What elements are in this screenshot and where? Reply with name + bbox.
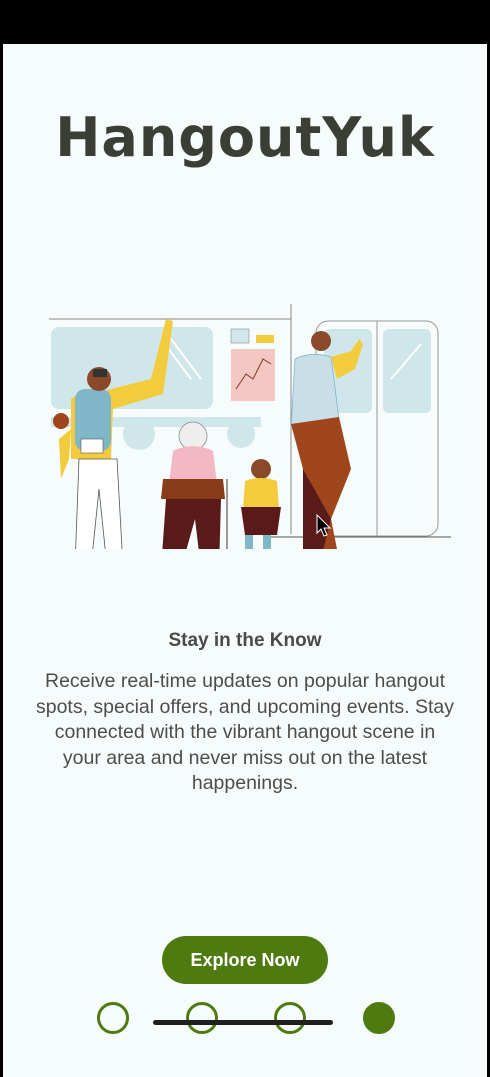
page-dot-2[interactable] — [186, 1002, 218, 1034]
onboarding-title: Stay in the Know — [168, 630, 322, 651]
mouse-pointer-icon — [316, 514, 332, 537]
people-on-train-illustration — [49, 304, 451, 549]
page-dot-3[interactable] — [274, 1002, 306, 1034]
onboarding-screen: HangoutYuk Stay in the Know Receive real… — [3, 44, 487, 1077]
page-dot-1[interactable] — [97, 1002, 129, 1034]
app-logo: HangoutYuk — [55, 106, 435, 169]
home-indicator-bar[interactable] — [153, 1020, 333, 1025]
page-indicator — [3, 1002, 487, 1036]
page-dot-4-active[interactable] — [363, 1002, 395, 1034]
explore-now-button[interactable]: Explore Now — [162, 936, 328, 984]
onboarding-description: Receive real-time updates on popular han… — [35, 670, 455, 794]
device-screen: HangoutYuk Stay in the Know Receive real… — [0, 0, 490, 1077]
